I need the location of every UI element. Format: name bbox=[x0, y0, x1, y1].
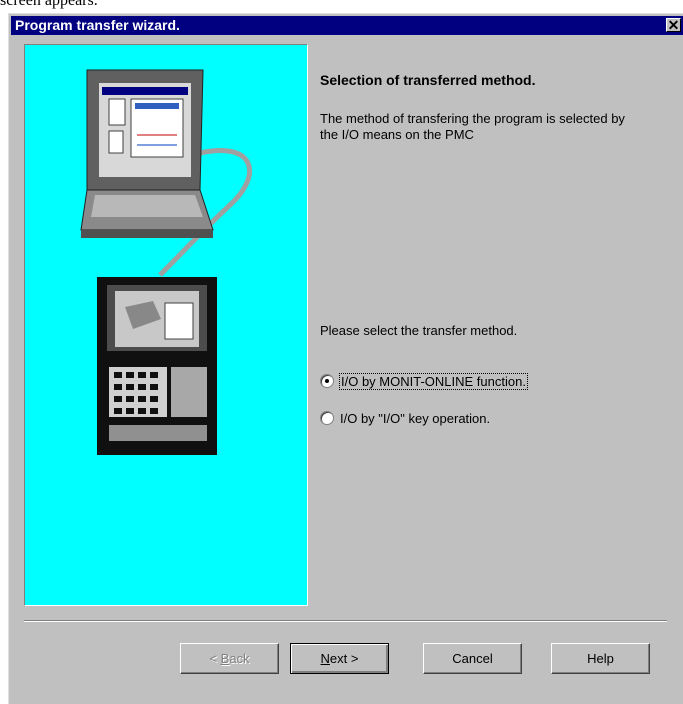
title-bar: Program transfer wizard. ✕ bbox=[11, 16, 683, 35]
next-button-label: Next > bbox=[320, 651, 359, 666]
cancel-button[interactable]: Cancel bbox=[423, 643, 522, 674]
illustration-panel bbox=[24, 44, 308, 606]
step-description: The method of transfering the program is… bbox=[320, 111, 625, 142]
laptop-icon bbox=[80, 69, 214, 238]
option-monit-online-label[interactable]: I/O by MONIT-ONLINE function. bbox=[339, 372, 528, 390]
page-caption: screen appears. bbox=[0, 0, 98, 9]
option-monit-online[interactable]: I/O by MONIT-ONLINE function. bbox=[320, 372, 528, 390]
back-button-label: < Back bbox=[209, 651, 250, 666]
illustration bbox=[80, 69, 252, 455]
radio-button[interactable] bbox=[320, 411, 334, 425]
radio-button-selected[interactable] bbox=[320, 374, 334, 388]
cnc-controller-icon bbox=[97, 277, 217, 455]
separator bbox=[24, 620, 667, 622]
window-title: Program transfer wizard. bbox=[15, 17, 180, 33]
step-heading: Selection of transferred method. bbox=[320, 72, 536, 88]
transfer-method-prompt: Please select the transfer method. bbox=[320, 323, 518, 338]
help-button[interactable]: Help bbox=[551, 643, 650, 674]
back-button[interactable]: < Back bbox=[180, 643, 279, 674]
option-io-key[interactable]: I/O by "I/O" key operation. bbox=[320, 409, 490, 427]
close-icon: ✕ bbox=[667, 17, 680, 33]
close-button[interactable]: ✕ bbox=[666, 18, 681, 32]
option-io-key-label[interactable]: I/O by "I/O" key operation. bbox=[340, 411, 490, 426]
next-button[interactable]: Next > bbox=[290, 643, 389, 674]
